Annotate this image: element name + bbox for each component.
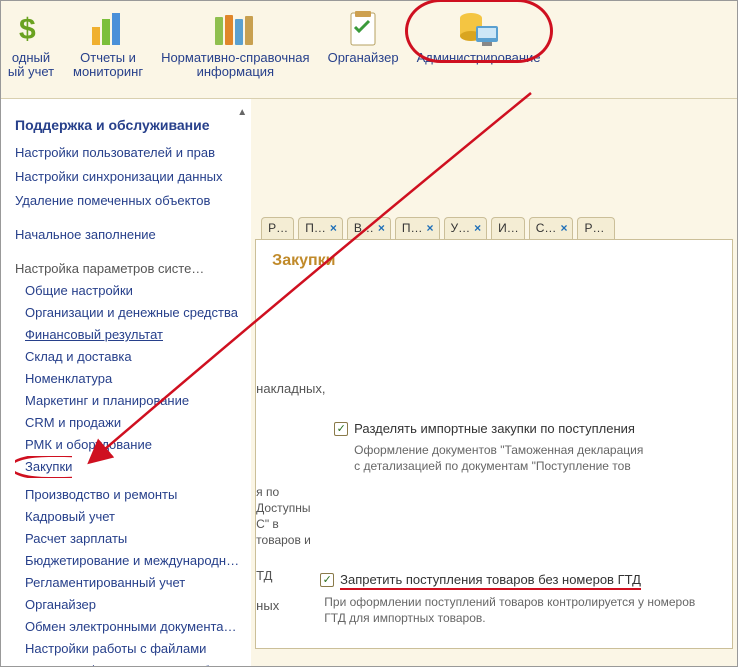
text-fragment: накладных,: [256, 380, 718, 397]
option-label: Разделять импортные закупки по поступлен…: [354, 421, 635, 436]
tab-3[interactable]: П…×: [395, 217, 440, 239]
settings-panel-zakupki: Закупки накладных, ✓ Разделять импортные…: [255, 239, 733, 649]
sidebar-item-production[interactable]: Производство и ремонты: [15, 484, 239, 506]
tab-2[interactable]: В… ×: [347, 217, 391, 239]
tab-label: П…: [305, 221, 326, 235]
toolbar-label: Органайзер: [328, 51, 399, 65]
sidebar-item-warehouse[interactable]: Склад и доставка: [15, 346, 239, 368]
close-icon[interactable]: ×: [560, 221, 567, 235]
main-toolbar: $ одный ый учет Отчеты и мониторинг Норм…: [1, 1, 737, 99]
sidebar-heading: Поддержка и обслуживание: [15, 109, 239, 140]
checkbox-checked-icon[interactable]: ✓: [320, 573, 334, 587]
db-pc-icon: [455, 7, 503, 51]
toolbar-label: одный ый учет: [8, 51, 54, 79]
tab-label: Р…: [268, 221, 288, 235]
tab-5[interactable]: И…: [491, 217, 525, 239]
toolbar-label: Администрирование: [417, 51, 541, 65]
option-forbid-no-gtd[interactable]: ✓ Запретить поступления товаров без номе…: [320, 572, 641, 588]
text-fragment: я по Доступны С" в товаров и: [256, 484, 316, 548]
chevron-up-icon[interactable]: ▲: [237, 103, 247, 123]
toolbar-label: Отчеты и мониторинг: [73, 51, 143, 79]
sidebar-item-budget[interactable]: Бюджетирование и международный …: [15, 550, 239, 572]
toolbar-item-organayzer[interactable]: Органайзер: [328, 3, 399, 65]
sidebar-item-organayzer[interactable]: Органайзер: [15, 594, 239, 616]
dollar-icon: $: [7, 7, 55, 51]
admin-sidebar: ▲ Поддержка и обслуживание Настройки пол…: [1, 99, 251, 666]
sidebar-item-edoc[interactable]: Обмен электронными документами: [15, 616, 239, 638]
sidebar-item-orgs-money[interactable]: Организации и денежные средства: [15, 302, 239, 324]
sidebar-item-delete-marked[interactable]: Удаление помеченных объектов: [15, 190, 239, 212]
tab-4[interactable]: У…×: [444, 217, 488, 239]
sidebar-item-nomenklatura[interactable]: Номенклатура: [15, 368, 239, 390]
close-icon[interactable]: ×: [426, 221, 433, 235]
tab-label: Р…: [584, 221, 604, 235]
document-tabs: Р… П…× В…× П…× У…× И… С…× Р…: [251, 217, 737, 239]
close-icon[interactable]: ×: [330, 221, 337, 235]
close-icon[interactable]: ×: [378, 221, 385, 235]
text-fragment: ных: [256, 594, 300, 613]
sidebar-item-fin-result[interactable]: Финансовый результат: [15, 324, 239, 346]
sidebar-group-params: Настройка параметров систе…: [15, 258, 239, 280]
tab-label: И…: [498, 221, 519, 235]
sidebar-item-zakupki[interactable]: Закупки: [15, 456, 72, 478]
toolbar-item-normativ[interactable]: Нормативно-справочная информация: [161, 3, 310, 79]
sidebar-item-reg-uchet[interactable]: Регламентированный учет: [15, 572, 239, 594]
tab-0[interactable]: Р…: [261, 217, 294, 239]
option-desc: Оформление документов "Таможенная деклар…: [354, 442, 718, 474]
toolbar-item-admin[interactable]: Администрирование: [417, 3, 541, 65]
panel-title: Закупки: [272, 252, 718, 270]
sidebar-scroll-arrows[interactable]: ▲: [237, 103, 247, 123]
sidebar-item-crm[interactable]: CRM и продажи: [15, 412, 239, 434]
toolbar-label: Нормативно-справочная информация: [161, 51, 310, 79]
sidebar-item-print-forms[interactable]: Печатные формы, отчеты и обработ…: [15, 660, 239, 666]
svg-text:$: $: [19, 13, 36, 46]
checklist-icon: [339, 7, 387, 51]
toolbar-item-uchet[interactable]: $ одный ый учет: [7, 3, 55, 79]
sidebar-item-user-rights[interactable]: Настройки пользователей и прав: [15, 142, 239, 164]
option-label: Запретить поступления товаров без номеро…: [340, 572, 641, 588]
toolbar-item-otchety[interactable]: Отчеты и мониторинг: [73, 3, 143, 79]
sidebar-item-sync[interactable]: Настройки синхронизации данных: [15, 166, 239, 188]
main-area: ▲ Поддержка и обслуживание Настройки пол…: [1, 99, 737, 666]
sidebar-item-general[interactable]: Общие настройки: [15, 280, 239, 302]
tab-label: П…: [402, 221, 423, 235]
close-icon[interactable]: ×: [474, 221, 481, 235]
tab-label: В…: [354, 221, 374, 235]
text-fragment: ТД: [256, 568, 316, 583]
books-icon: [211, 7, 259, 51]
tab-7[interactable]: Р…: [577, 217, 615, 239]
tab-1[interactable]: П… ×: [298, 217, 343, 239]
sidebar-item-marketing[interactable]: Маркетинг и планирование: [15, 390, 239, 412]
tab-label: С…: [536, 221, 557, 235]
checkbox-checked-icon[interactable]: ✓: [334, 422, 348, 436]
content-area: Р… П…× В…× П…× У…× И… С…× Р… Закупки нак…: [251, 99, 737, 666]
sidebar-item-rmk[interactable]: РМК и оборудование: [15, 434, 239, 456]
tab-6[interactable]: С…×: [529, 217, 574, 239]
chart-icon: [84, 7, 132, 51]
sidebar-item-initial-fill[interactable]: Начальное заполнение: [15, 224, 239, 246]
sidebar-item-hr[interactable]: Кадровый учет: [15, 506, 239, 528]
option-desc: При оформлении поступлений товаров контр…: [324, 594, 718, 626]
sidebar-item-payroll[interactable]: Расчет зарплаты: [15, 528, 239, 550]
option-split-imports[interactable]: ✓ Разделять импортные закупки по поступл…: [334, 421, 718, 436]
tab-label: У…: [451, 221, 471, 235]
sidebar-item-files[interactable]: Настройки работы с файлами: [15, 638, 239, 660]
